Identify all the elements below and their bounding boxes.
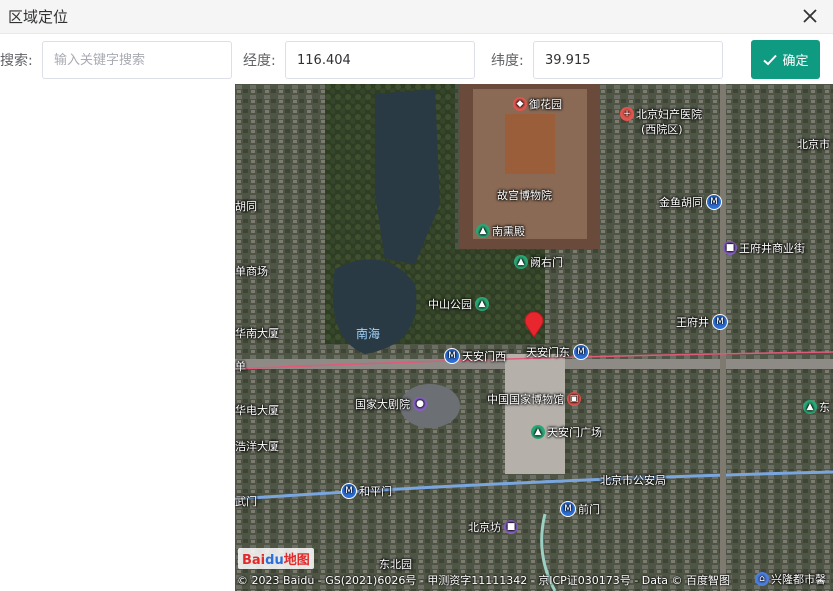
metro-icon: M [712,314,728,330]
poi-hepingmen[interactable]: M 和平门 [341,483,392,499]
nanhai-label: 南海 [356,326,380,341]
park-icon: ▲ [475,297,489,311]
shopping-icon: ■ [504,520,518,534]
poi-left-huadian: 华电大厦 [235,404,279,417]
location-marker-icon[interactable] [524,312,544,338]
poi-left-dan: 单 [235,360,246,373]
check-icon [763,54,778,65]
close-icon[interactable] [799,5,821,27]
poi-nanxundian[interactable]: ▲ 南熏殿 [476,223,525,239]
latitude-label: 纬度: [491,53,524,69]
park-icon: ▲ [531,425,545,439]
poi-beijingfang[interactable]: 北京坊 ■ [468,519,520,535]
dialog-titlebar: 区域定位 [0,0,833,34]
park-icon: ▲ [803,400,817,414]
shopping-icon: ■ [723,241,737,255]
poi-right-dong: ▲ 东 [803,399,830,415]
poi-national-museum[interactable]: 中国国家博物馆 ▣ [487,391,583,407]
poi-xinglong[interactable]: ⌂ 兴隆都市馨 [755,571,826,587]
location-toolbar: 搜索: 经度: 纬度: 确定 [0,34,833,84]
poi-wangfujing-mall[interactable]: ■ 王府井商业街 [723,240,805,256]
poi-tiananmen-west[interactable]: M 天安门西 [444,348,506,364]
poi-jinyu-hutong[interactable]: 金鱼胡同 M [659,194,724,210]
confirm-label: 确定 [782,54,809,69]
confirm-button[interactable]: 确定 [751,40,820,79]
metro-icon: M [706,194,722,210]
museum-icon: ▣ [567,392,581,406]
poi-left-wumen: 武门 [235,495,257,508]
poi-queyoumen[interactable]: ▲ 阙右门 [514,254,563,270]
poi-hospital[interactable]: + 北京妇产医院 [620,106,702,122]
hospital-icon: + [620,107,634,121]
poi-zhongshan-park[interactable]: 中山公园 ▲ [428,296,491,312]
dialog-title: 区域定位 [8,8,69,26]
park-icon: ▲ [476,224,490,238]
metro-icon: M [560,501,576,517]
metro-icon: M [341,483,357,499]
poi-tiananmen-square[interactable]: ▲ 天安门广场 [531,424,602,440]
park-icon: ▲ [514,255,528,269]
latitude-input[interactable] [533,41,723,79]
poi-dongbeiyuan: 东北园 [379,558,412,571]
poi-beijingshi: 北京市 [797,138,830,151]
poi-left-mall: 单商场 [235,265,268,278]
poi-public-security[interactable]: 北京市公安局 [600,472,666,488]
longitude-input[interactable] [285,41,475,79]
search-input[interactable] [42,41,232,79]
longitude-label: 经度: [243,53,276,69]
poi-left-haoyang: 浩洋大厦 [235,440,279,453]
poi-yuhuayuan[interactable]: ◆ 御花园 [513,96,562,112]
metro-icon: M [444,348,460,364]
scenic-icon: ◆ [513,97,527,111]
poi-gugong[interactable]: 故宫博物院 [497,187,552,203]
poi-wangfujing[interactable]: 王府井 M [676,314,730,330]
baidu-logo: Baidu地图 [238,548,314,569]
poi-hospital-sub: (西院区) [641,123,683,136]
metro-icon: M [573,344,589,360]
satellite-map[interactable]: 南海 ◆ 御花园 + 北京妇产医院 (西院区) 北京市 故宫博物院 金鱼胡同 M ▲ 南… [235,84,833,591]
map-copyright: © 2023 Baidu - GS(2021)6026号 - 甲测资字11111… [237,574,731,587]
home-icon: ⌂ [755,572,769,586]
theater-icon: ● [413,397,427,411]
search-label: 搜索: [0,53,33,69]
poi-tiananmen-east[interactable]: 天安门东 M [526,344,591,360]
poi-national-theater[interactable]: 国家大剧院 ● [355,396,429,412]
poi-qianmen[interactable]: M 前门 [560,501,600,517]
poi-left-hutong: 胡同 [235,200,257,213]
poi-left-nanda: 华南大厦 [235,327,279,340]
